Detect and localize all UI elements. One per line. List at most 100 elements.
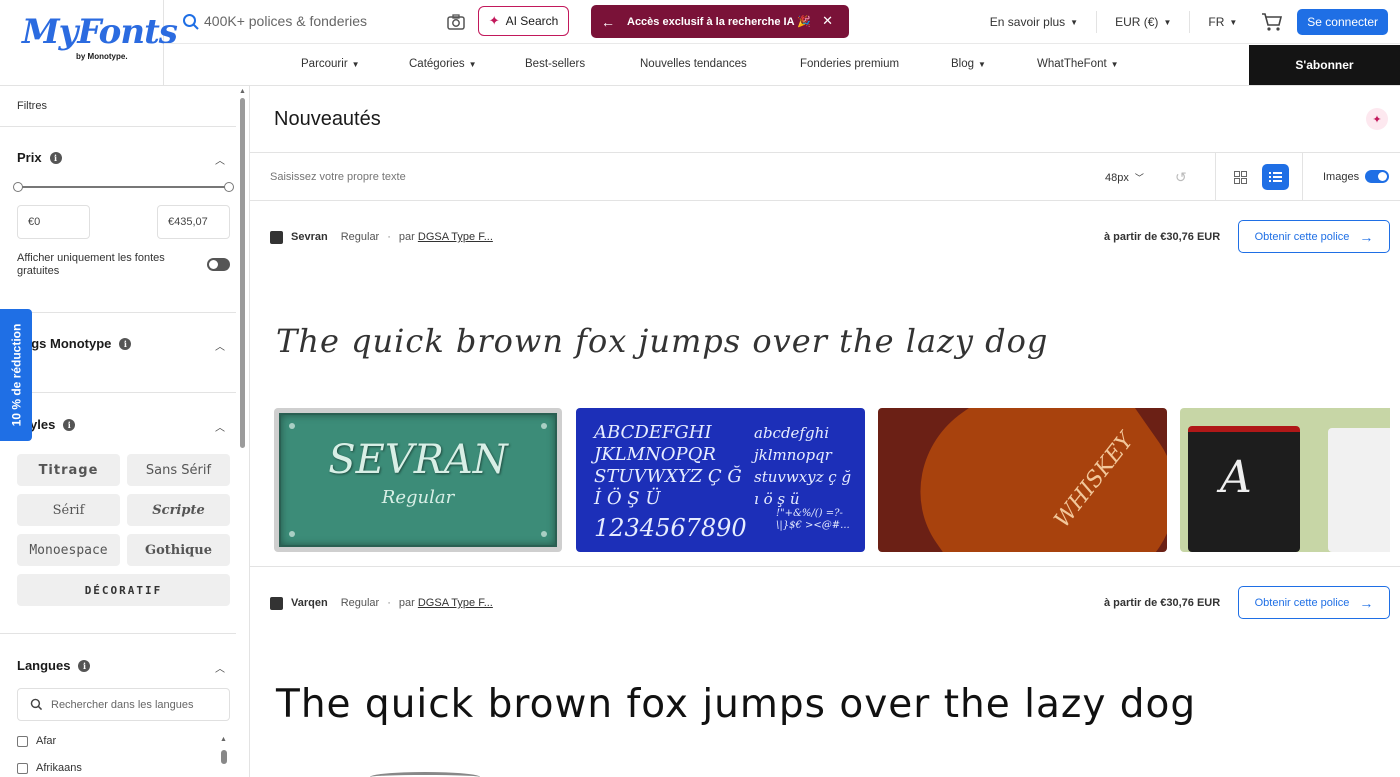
style-titling[interactable]: Titrage [17, 454, 120, 486]
divider [0, 633, 236, 634]
cart-icon[interactable] [1261, 12, 1283, 32]
price-title: Prix [17, 150, 42, 165]
discount-tab[interactable]: 10 % de réduction [0, 309, 32, 441]
language-option[interactable]: Afar [17, 735, 56, 747]
info-icon[interactable]: i [49, 151, 62, 164]
style-monospace[interactable]: Monoespace [17, 534, 120, 566]
screw-icon [289, 423, 295, 429]
get-font-button[interactable]: Obtenir cette police → [1238, 220, 1390, 253]
by-label: par [398, 597, 415, 609]
list-view-button[interactable] [1262, 164, 1289, 190]
scroll-thumb[interactable] [221, 750, 227, 764]
promo-banner[interactable]: ← Accès exclusif à la recherche IA 🎉 ✕ [591, 5, 849, 38]
charset-lowercase: abcdefghi jklmnopqr stuvwxyz ç ğ ı ö ş ü [754, 424, 852, 508]
languages-title[interactable]: Langues i [17, 658, 91, 673]
top-bar: ✦ AI Search ← Accès exclusif à la recher… [164, 0, 1400, 44]
camera-icon[interactable] [446, 12, 466, 32]
divider [0, 126, 236, 127]
style-decorative[interactable]: DÉCORATIF [17, 574, 230, 606]
caret-down-icon: ▼ [1110, 59, 1119, 69]
reset-icon[interactable]: ↺ [1175, 169, 1187, 186]
language-search-input[interactable]: Rechercher dans les langues [17, 688, 230, 721]
price-section-title[interactable]: Prix i [17, 150, 62, 165]
font-image-plate[interactable]: SEVRAN Regular [274, 408, 562, 552]
currency-dropdown[interactable]: EUR (€) ▼ [1097, 11, 1191, 33]
get-font-button[interactable]: Obtenir cette police → [1238, 586, 1390, 619]
price-max-input[interactable]: €435,07 [157, 205, 230, 239]
custom-text-input[interactable] [270, 171, 570, 183]
foundry-link[interactable]: DGSA Type F... [418, 597, 493, 609]
font-image-bottle[interactable]: WHISKEY [878, 408, 1167, 552]
nav-trends[interactable]: Nouvelles tendances [640, 58, 747, 70]
chevron-up-icon[interactable]: ︿ [215, 152, 225, 167]
language-dropdown[interactable]: FR ▼ [1190, 11, 1255, 33]
bottle [883, 408, 1167, 552]
login-button[interactable]: Se connecter [1297, 9, 1388, 35]
font-image-charset[interactable]: ABCDEFGHI JKLMNOPQR STUVWXYZ Ç Ğ İ Ö Ş Ü… [576, 408, 865, 552]
style-serif[interactable]: Sérif [17, 494, 120, 526]
logo-subtitle: by Monotype. [76, 52, 128, 61]
foundry-link[interactable]: DGSA Type F... [418, 231, 493, 243]
font-image-mug[interactable]: A [1180, 408, 1390, 552]
font-price: à partir de €30,76 EUR [1104, 597, 1221, 609]
search-input[interactable] [204, 8, 444, 34]
font-name[interactable]: Varqen [291, 597, 328, 609]
price-slider-max-handle[interactable] [224, 182, 234, 192]
search-icon [30, 698, 43, 711]
size-dropdown[interactable]: 48px ﹀ [1105, 171, 1144, 184]
arrow-right-icon: → [1359, 594, 1374, 611]
price-slider-track[interactable] [18, 186, 229, 188]
close-icon[interactable]: ✕ [822, 13, 833, 29]
images-toggle[interactable] [1365, 170, 1389, 183]
currency-label: EUR (€) [1115, 15, 1159, 29]
top-right-menu: En savoir plus ▼ EUR (€) ▼ FR ▼ Se conne… [972, 0, 1388, 44]
results-panel: Nouveautés ✦ 48px ﹀ ↺ Images Sev [250, 86, 1400, 777]
nav-label: Catégories [409, 58, 465, 70]
language-option[interactable]: Afrikaans [17, 762, 82, 774]
price-slider-min-handle[interactable] [13, 182, 23, 192]
checkbox[interactable] [17, 735, 28, 747]
image-edge [370, 772, 480, 777]
nav-whatthefont[interactable]: WhatTheFont ▼ [1037, 58, 1119, 70]
info-icon[interactable]: i [78, 659, 91, 672]
sidebar-scrollbar[interactable]: ▲ [238, 86, 248, 777]
language-list-scrollbar[interactable]: ▲ [219, 736, 227, 776]
learn-more-dropdown[interactable]: En savoir plus ▼ [972, 11, 1098, 33]
chevron-up-icon[interactable]: ︿ [215, 419, 225, 434]
monotype-tags-title[interactable]: Tags Monotype i [17, 336, 132, 351]
language-label: Afrikaans [36, 762, 82, 774]
subscribe-button[interactable]: S'abonner [1249, 45, 1400, 85]
divider [250, 566, 1400, 567]
nav-categories[interactable]: Catégories ▼ [409, 58, 477, 70]
chevron-up-icon[interactable]: ︿ [215, 660, 225, 675]
style-sans-serif[interactable]: Sans Sérif [127, 454, 230, 486]
nav-browse[interactable]: Parcourir ▼ [301, 58, 360, 70]
info-icon[interactable]: i [119, 337, 132, 350]
info-icon[interactable]: i [63, 418, 76, 431]
grid-view-button[interactable] [1227, 164, 1253, 190]
ai-search-button[interactable]: ✦ AI Search [478, 6, 569, 36]
sparkle-icon[interactable]: ✦ [1366, 108, 1388, 130]
scroll-up-icon[interactable]: ▲ [220, 736, 227, 743]
scroll-thumb[interactable] [240, 98, 245, 448]
style-gothic[interactable]: Gothique [127, 534, 230, 566]
scroll-up-icon[interactable]: ▲ [239, 88, 246, 95]
promo-text: Accès exclusif à la recherche IA 🎉 [627, 16, 811, 28]
nav-label: Blog [951, 58, 975, 70]
checkbox[interactable] [17, 762, 28, 774]
style-script[interactable]: Scripte [127, 494, 230, 526]
font-name[interactable]: Sevran [291, 231, 328, 243]
nav-premium-foundries[interactable]: Fonderies premium [800, 58, 899, 70]
caret-down-icon: ▼ [351, 59, 360, 69]
font-meta: Varqen Regular · par DGSA Type F... [270, 593, 493, 613]
font-sample-text[interactable]: The quick brown fox jumps over the lazy … [276, 322, 1048, 360]
nav-best-sellers[interactable]: Best-sellers [525, 58, 585, 70]
chevron-up-icon[interactable]: ︿ [215, 338, 225, 353]
price-min-input[interactable]: €0 [17, 205, 90, 239]
arrow-left-icon: ← [601, 13, 615, 30]
logo[interactable]: MyFonts by Monotype. [0, 0, 178, 86]
discount-tab-label: 10 % de réduction [9, 323, 24, 427]
free-only-toggle[interactable] [207, 258, 230, 271]
font-sample-text[interactable]: The quick brown fox jumps over the lazy … [276, 682, 1196, 727]
nav-blog[interactable]: Blog ▼ [951, 58, 986, 70]
